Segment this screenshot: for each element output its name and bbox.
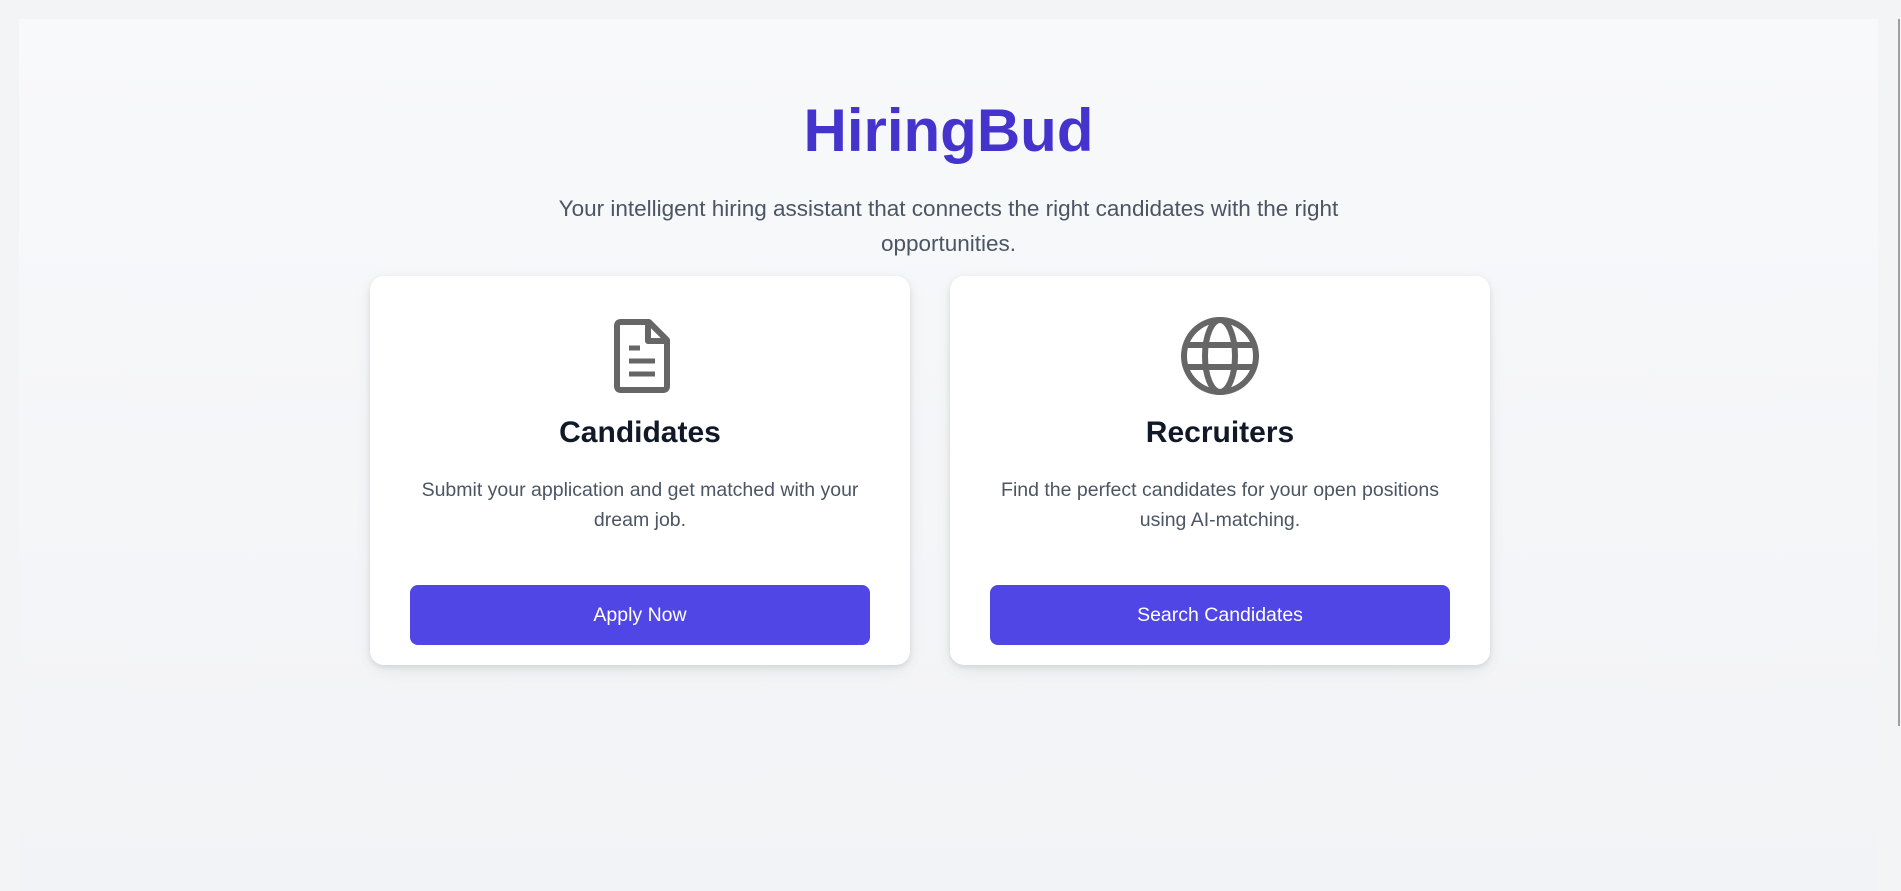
scrollbar-edge (1898, 19, 1900, 726)
globe-icon (1181, 317, 1259, 395)
search-candidates-button[interactable]: Search Candidates (990, 585, 1450, 645)
candidates-description: Submit your application and get matched … (421, 479, 859, 531)
candidates-card: Candidates Submit your application and g… (370, 276, 910, 665)
app-title: HiringBud (803, 97, 1094, 164)
recruiters-description: Find the perfect candidates for your ope… (1001, 479, 1439, 531)
document-icon (614, 319, 670, 393)
candidates-title: Candidates (559, 416, 721, 449)
recruiters-card: Recruiters Find the perfect candidates f… (950, 276, 1490, 665)
recruiters-title: Recruiters (1145, 416, 1295, 449)
page-container: HiringBud Your intelligent hiring assist… (19, 19, 1878, 891)
apply-now-button[interactable]: Apply Now (410, 585, 870, 645)
app-subtitle: Your intelligent hiring assistant that c… (558, 196, 1339, 256)
